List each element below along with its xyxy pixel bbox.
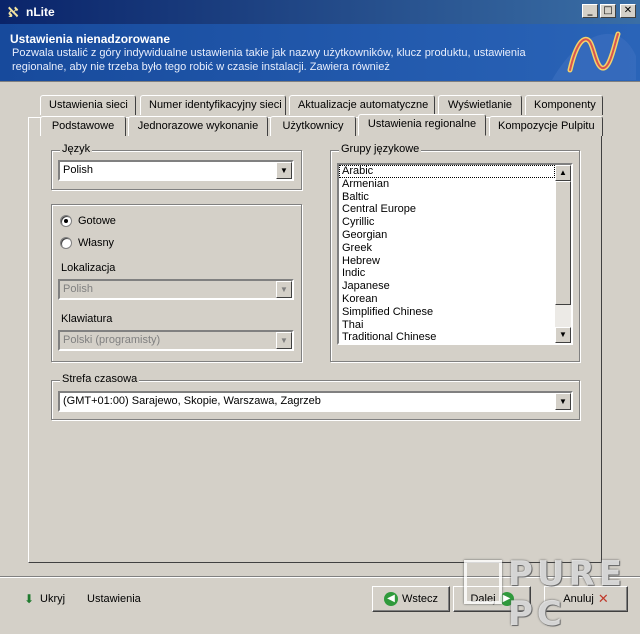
language-group-item[interactable]: Korean (339, 293, 555, 306)
nlite-logo-icon (552, 31, 636, 80)
scroll-up-icon[interactable]: ▲ (555, 165, 571, 181)
tab-automatic-updates[interactable]: Aktualizacje automatyczne (289, 95, 435, 115)
language-group-item[interactable]: Cyrillic (339, 216, 555, 229)
language-value: Polish (63, 164, 93, 176)
tab-display[interactable]: Wyświetlanie (438, 95, 522, 115)
window-controls: _ □ ✕ (582, 4, 636, 18)
page-title: Ustawienia nienadzorowane (10, 32, 171, 46)
back-arrow-icon: ◀ (383, 592, 398, 606)
keyboard-dropdown[interactable]: Polski (programisty) ▼ (58, 330, 294, 351)
tab-users[interactable]: Użytkownicy (270, 116, 356, 136)
hide-button[interactable]: ⬇ Ukryj (22, 592, 65, 606)
settings-label: Ustawienia (87, 593, 141, 605)
page-header: Ustawienia nienadzorowane Pozwala ustali… (0, 24, 640, 82)
chevron-down-icon[interactable]: ▼ (276, 162, 292, 179)
title-bar: ℵ nLite _ □ ✕ (0, 0, 640, 24)
scroll-thumb[interactable] (555, 181, 571, 305)
language-groups-list[interactable]: Arabic Armenian Baltic Central Europe Cyrill… (337, 163, 573, 345)
radio-custom-label: Własny (78, 237, 115, 249)
cancel-button[interactable]: Anuluj ✕ (544, 586, 628, 612)
tab-components[interactable]: Komponenty (525, 95, 603, 115)
tab-basic[interactable]: Podstawowe (40, 116, 126, 136)
language-group-item[interactable]: Arabic (339, 165, 555, 178)
language-group-item[interactable]: Georgian (339, 229, 555, 242)
language-group-item[interactable]: Central Europe (339, 203, 555, 216)
download-arrow-icon: ⬇ (23, 592, 35, 606)
language-group-label: Język (60, 143, 93, 155)
back-button[interactable]: ◀ Wstecz (372, 586, 450, 612)
timezone-value: (GMT+01:00) Sarajewo, Skopie, Warszawa, … (63, 395, 321, 407)
language-dropdown[interactable]: Polish ▼ (58, 160, 294, 181)
language-groups-items: Arabic Armenian Baltic Central Europe Cyrill… (339, 165, 555, 343)
chevron-down-icon[interactable]: ▼ (276, 332, 292, 349)
language-group-item[interactable]: Baltic (339, 191, 555, 204)
scroll-down-icon[interactable]: ▼ (555, 327, 571, 343)
tab-desktop-themes[interactable]: Kompozycje Pulpitu (489, 116, 603, 136)
timezone-label: Strefa czasowa (60, 373, 140, 385)
timezone-dropdown[interactable]: (GMT+01:00) Sarajewo, Skopie, Warszawa, … (58, 391, 573, 412)
radio-custom-indicator[interactable] (60, 237, 72, 249)
tab-regional-settings[interactable]: Ustawienia regionalne (358, 114, 486, 136)
close-button[interactable]: ✕ (620, 4, 636, 18)
radio-ready-indicator[interactable] (60, 215, 72, 227)
chevron-down-icon[interactable]: ▼ (276, 281, 292, 298)
next-label: Dalej (470, 593, 496, 605)
window-title: nLite (26, 5, 55, 19)
language-group-item[interactable]: Traditional Chinese (339, 331, 555, 343)
locale-value: Polish (63, 283, 93, 295)
radio-custom[interactable]: Własny (60, 237, 114, 249)
hide-label: Ukryj (40, 593, 66, 605)
page-description: Pozwala ustalić z góry indywidualne usta… (12, 47, 526, 73)
tab-run-once[interactable]: Jednorazowe wykonanie (128, 116, 268, 136)
keyboard-label: Klawiatura (61, 313, 113, 325)
language-group-item[interactable]: Thai (339, 319, 555, 332)
vertical-scrollbar[interactable]: ▲ ▼ (555, 165, 571, 343)
language-group-item[interactable]: Armenian (339, 178, 555, 191)
language-group-item[interactable]: Greek (339, 242, 555, 255)
nlite-app-icon: ℵ (7, 4, 19, 20)
language-group-item[interactable]: Japanese (339, 280, 555, 293)
tab-network-settings[interactable]: Ustawienia sieci (40, 95, 136, 115)
language-group-item[interactable]: Hebrew (339, 255, 555, 268)
next-arrow-icon: ▶ (499, 592, 514, 606)
cancel-x-icon: ✕ (597, 591, 609, 606)
language-group-item[interactable]: Indic (339, 267, 555, 280)
settings-link[interactable]: Ustawienia (87, 593, 141, 605)
language-group-item[interactable]: Simplified Chinese (339, 306, 555, 319)
chevron-down-icon[interactable]: ▼ (555, 393, 571, 410)
minimize-button[interactable]: _ (582, 4, 598, 18)
locale-label: Lokalizacja (61, 262, 116, 274)
locale-dropdown[interactable]: Polish ▼ (58, 279, 294, 300)
radio-ready-label: Gotowe (78, 215, 116, 227)
back-label: Wstecz (401, 593, 439, 605)
maximize-button[interactable]: □ (600, 4, 616, 18)
radio-ready[interactable]: Gotowe (60, 215, 116, 227)
cancel-label: Anuluj (563, 593, 594, 605)
language-groups-label: Grupy językowe (339, 143, 422, 155)
tab-network-id[interactable]: Numer identyfikacyjny sieci (140, 95, 286, 115)
next-button[interactable]: Dalej ▶ (453, 586, 531, 612)
keyboard-value: Polski (programisty) (63, 334, 161, 346)
